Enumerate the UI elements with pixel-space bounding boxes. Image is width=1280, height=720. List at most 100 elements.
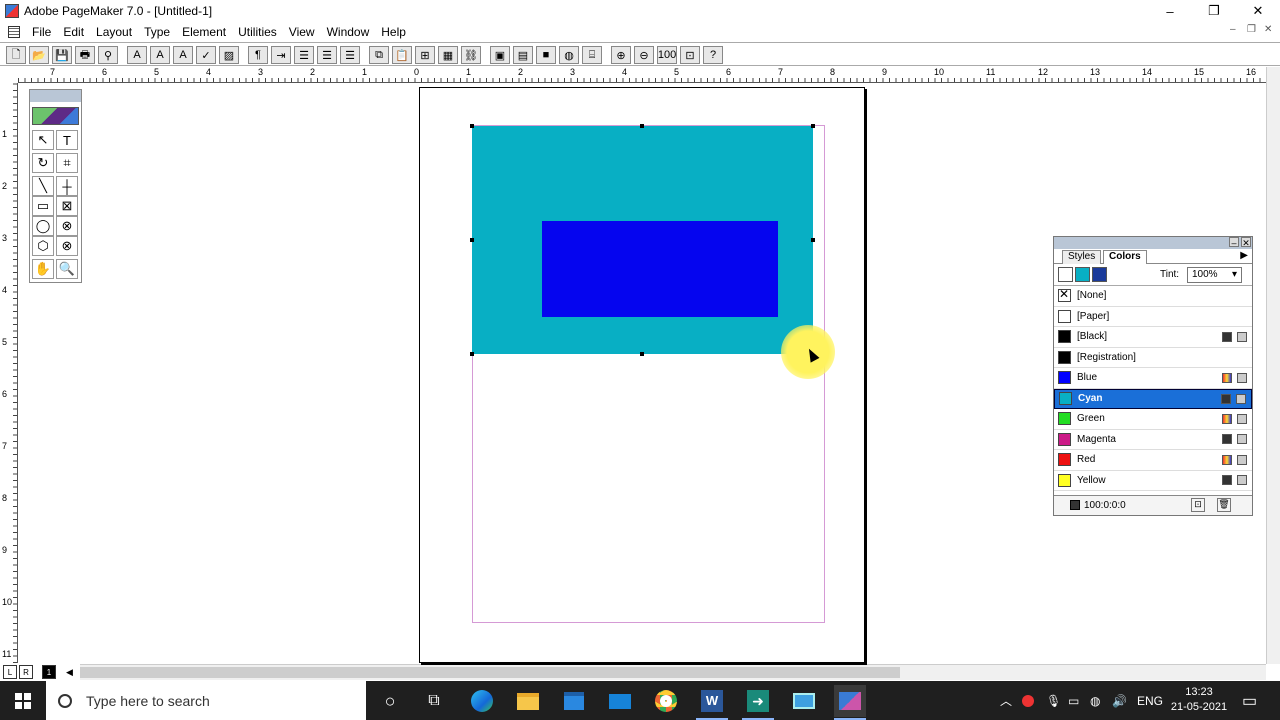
color-row-blue[interactable]: Blue — [1054, 368, 1252, 389]
taskbar-search[interactable]: Type here to search — [46, 681, 366, 720]
indents-icon[interactable]: ⇥ — [271, 46, 291, 64]
font-icon[interactable]: A — [127, 46, 147, 64]
actual-size-icon[interactable]: 100 — [657, 46, 677, 64]
color-row-magenta[interactable]: Magenta — [1054, 430, 1252, 450]
microphone-icon[interactable]: 🎙 — [1046, 681, 1061, 720]
color-row-yellow[interactable]: Yellow — [1054, 471, 1252, 491]
minimize-icon[interactable]: – — [1148, 0, 1192, 22]
font-style-icon[interactable]: A — [173, 46, 193, 64]
stroke-mode-icon[interactable] — [1058, 267, 1073, 282]
notifications-icon[interactable]: ▭ — [1242, 681, 1257, 720]
page-1-icon[interactable]: 1 — [42, 665, 56, 679]
clock[interactable]: 13:23 21-05-2021 — [1170, 685, 1228, 715]
rectangle-frame-tool-icon[interactable]: ⊠ — [56, 196, 78, 216]
show-hidden-icons[interactable]: ︿ — [1000, 681, 1012, 720]
word-icon[interactable]: W — [696, 685, 728, 720]
left-master-page-icon[interactable]: L — [3, 665, 17, 679]
screen-app-icon[interactable] — [788, 685, 820, 717]
acrobat-icon[interactable]: ■ — [536, 46, 556, 64]
horizontal-scrollbar[interactable] — [80, 664, 1266, 680]
menu-layout[interactable]: Layout — [90, 25, 138, 39]
task-view-icon[interactable]: ⧉ — [418, 685, 450, 717]
open-icon[interactable]: 📂 — [29, 46, 49, 64]
vertical-ruler[interactable]: 1 2 3 4 5 6 7 8 9 10 11 — [0, 83, 18, 663]
group-icon[interactable]: ▦ — [438, 46, 458, 64]
chevron-down-icon[interactable]: ▾ — [1232, 268, 1237, 282]
selection-handle[interactable] — [640, 124, 644, 128]
polygon-frame-tool-icon[interactable]: ⊗ — [56, 236, 78, 256]
pagemaker-window-icon[interactable] — [834, 685, 866, 720]
start-button[interactable] — [0, 681, 46, 720]
horizontal-scroll-thumb[interactable] — [80, 667, 900, 678]
place-icon[interactable]: ▣ — [490, 46, 510, 64]
new-document-icon[interactable]: 🗋 — [6, 46, 26, 64]
document-icon[interactable] — [8, 25, 20, 38]
blue-rectangle[interactable] — [542, 221, 778, 317]
menu-window[interactable]: Window — [321, 25, 376, 39]
menu-edit[interactable]: Edit — [57, 25, 90, 39]
align-right-icon[interactable]: ☰ — [340, 46, 360, 64]
mdi-close-icon[interactable]: ✕ — [1264, 24, 1272, 35]
menu-help[interactable]: Help — [375, 25, 412, 39]
frame-icon[interactable]: ⊞ — [415, 46, 435, 64]
bullets-icon[interactable]: ☰ — [294, 46, 314, 64]
color-row-green[interactable]: Green — [1054, 409, 1252, 430]
selection-handle[interactable] — [640, 352, 644, 356]
right-master-page-icon[interactable]: R — [19, 665, 33, 679]
palette-title-bar[interactable]: – ✕ — [1054, 237, 1252, 249]
fit-page-icon[interactable]: ⊡ — [680, 46, 700, 64]
edit-story-icon[interactable]: ▨ — [219, 46, 239, 64]
new-color-icon[interactable]: ⊡ — [1191, 498, 1205, 512]
spelling-icon[interactable]: ✓ — [196, 46, 216, 64]
pagemaker-taskbar-icon[interactable]: ➜ — [742, 685, 774, 720]
crop-tool-icon[interactable]: ⌗ — [56, 153, 78, 173]
align-left-icon[interactable]: ☰ — [317, 46, 337, 64]
tab-styles[interactable]: Styles — [1062, 250, 1102, 264]
line-tool-icon[interactable]: ╲ — [32, 176, 54, 196]
copy-icon[interactable]: ⧉ — [369, 46, 389, 64]
selection-handle[interactable] — [811, 238, 815, 242]
menu-type[interactable]: Type — [138, 25, 176, 39]
color-row-none[interactable]: ✕ [None] — [1054, 286, 1252, 307]
globe-icon[interactable]: ◍ — [559, 46, 579, 64]
fill-mode-icon[interactable] — [1075, 267, 1090, 282]
color-row-red[interactable]: Red — [1054, 450, 1252, 471]
file-explorer-icon[interactable] — [512, 685, 544, 717]
network-icon[interactable]: ◍ — [1090, 681, 1100, 720]
menu-file[interactable]: File — [26, 25, 57, 39]
constrained-line-tool-icon[interactable]: ┼ — [56, 176, 78, 196]
save-icon[interactable]: 💾 — [52, 46, 72, 64]
menu-element[interactable]: Element — [176, 25, 232, 39]
rotate-tool-icon[interactable]: ↻ — [32, 153, 54, 173]
tint-select[interactable]: 100% ▾ — [1187, 267, 1242, 283]
pointer-tool-icon[interactable]: ↖ — [32, 130, 54, 150]
toolbox-title-bar[interactable] — [30, 90, 81, 102]
paragraph-icon[interactable]: ¶ — [248, 46, 268, 64]
record-icon[interactable] — [1022, 681, 1034, 720]
polygon-tool-icon[interactable]: ⬡ — [32, 236, 54, 256]
selection-handle[interactable] — [470, 352, 474, 356]
color-row-black[interactable]: [Black] — [1054, 327, 1252, 348]
scroll-left-icon[interactable]: ◀ — [66, 667, 73, 678]
mdi-minimize-icon[interactable]: – — [1230, 24, 1236, 35]
trash-icon[interactable]: 🗑 — [1217, 498, 1231, 512]
selection-handle[interactable] — [470, 124, 474, 128]
cortana-icon[interactable]: ○ — [374, 685, 406, 717]
font-size-icon[interactable]: A — [150, 46, 170, 64]
volume-icon[interactable]: 🔊 — [1112, 681, 1127, 720]
edge-icon[interactable] — [466, 685, 498, 717]
menu-utilities[interactable]: Utilities — [232, 25, 283, 39]
selection-handle[interactable] — [470, 238, 474, 242]
both-mode-icon[interactable] — [1092, 267, 1107, 282]
zoom-in-icon[interactable]: ⊕ — [611, 46, 631, 64]
tab-colors[interactable]: Colors — [1103, 250, 1147, 264]
ellipse-tool-icon[interactable]: ◯ — [32, 216, 54, 236]
menu-view[interactable]: View — [283, 25, 321, 39]
chrome-icon[interactable] — [650, 685, 682, 717]
language-indicator[interactable]: ENG — [1137, 681, 1163, 720]
selection-handle[interactable] — [811, 124, 815, 128]
horizontal-ruler[interactable]: 7 6 5 4 3 2 1 0 1 2 3 4 5 6 7 8 9 10 11 12 13 14 15 16 — [18, 67, 1266, 83]
rectangle-tool-icon[interactable]: ▭ — [32, 196, 54, 216]
paste-icon[interactable]: 📋 — [392, 46, 412, 64]
palette-minimize-icon[interactable]: – — [1229, 237, 1239, 248]
